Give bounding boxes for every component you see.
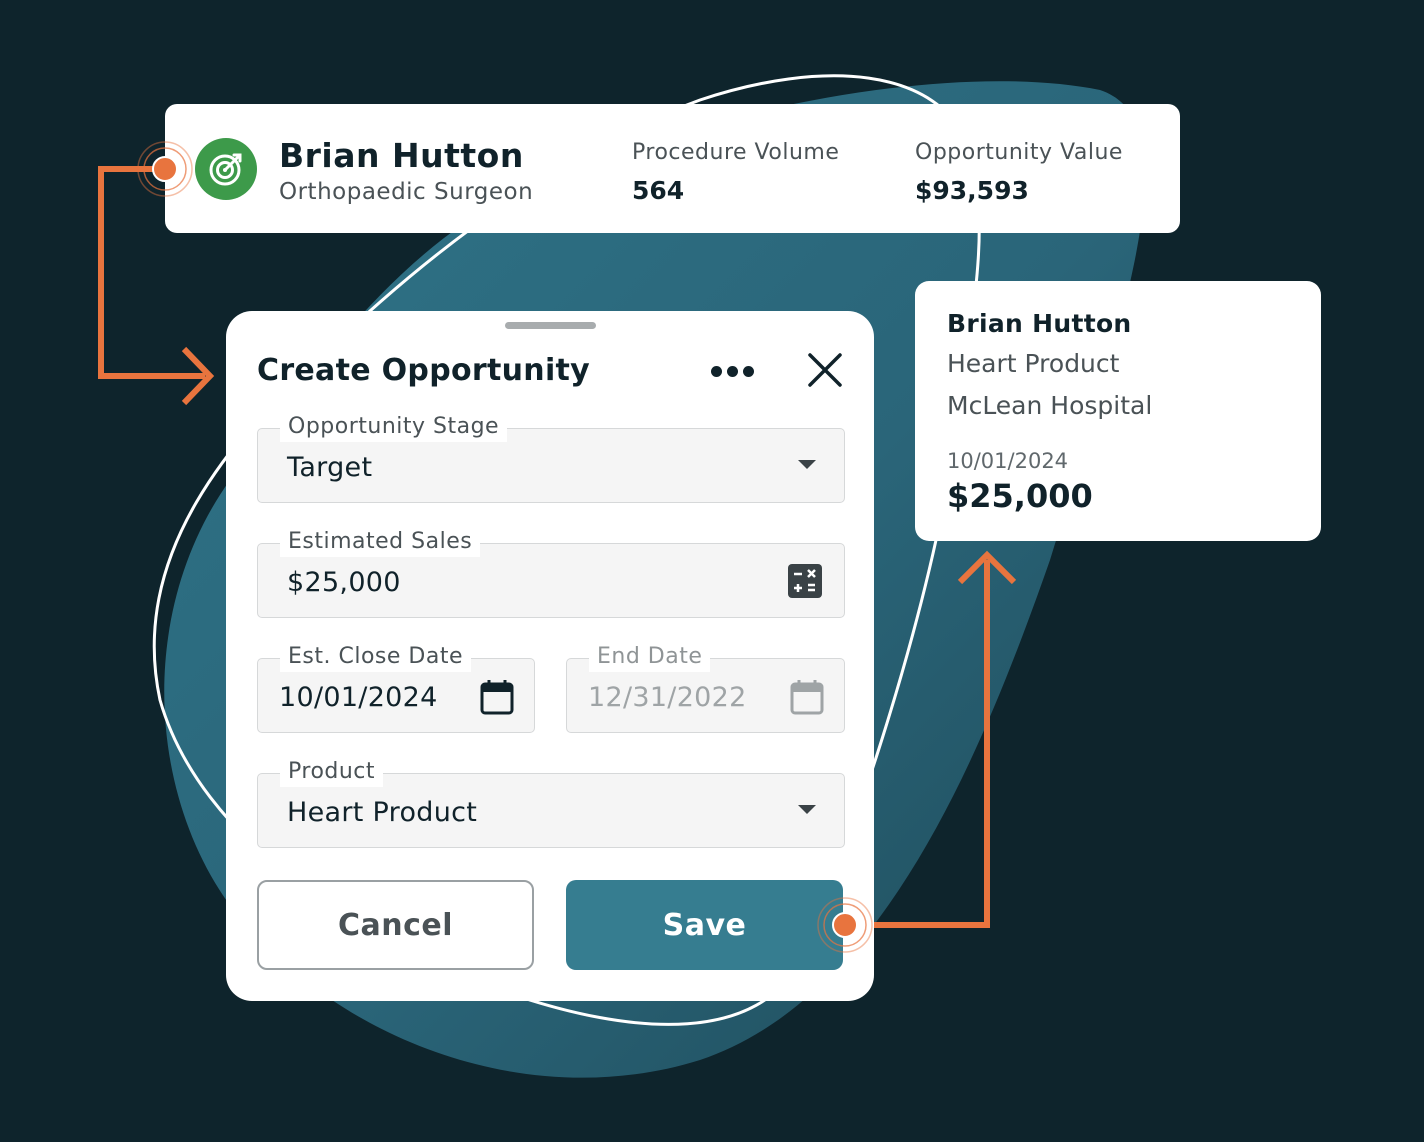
create-opportunity-dialog: Create Opportunity Opportunity Stage Tar… xyxy=(226,311,874,1001)
procedure-volume-label: Procedure Volume xyxy=(632,140,840,165)
summary-name: Brian Hutton xyxy=(947,309,1132,338)
opportunity-summary-card[interactable]: Brian Hutton Heart Product McLean Hospit… xyxy=(915,281,1321,541)
profile-name: Brian Hutton xyxy=(279,136,524,175)
procedure-volume-value: 564 xyxy=(632,176,685,205)
opportunity-value-label: Opportunity Value xyxy=(915,140,1123,165)
cancel-button[interactable]: Cancel xyxy=(257,880,534,970)
opportunity-stage-value: Target xyxy=(287,452,373,483)
target-icon xyxy=(209,153,242,186)
end-date-input[interactable]: End Date 12/31/2022 xyxy=(566,642,845,733)
estimated-sales-label: Estimated Sales xyxy=(280,527,481,557)
profile-card[interactable]: Brian Hutton Orthopaedic Surgeon Procedu… xyxy=(165,104,1180,233)
profile-role: Orthopaedic Surgeon xyxy=(279,179,534,205)
product-select[interactable]: Product Heart Product xyxy=(257,757,845,848)
avatar xyxy=(195,138,257,200)
calendar-icon xyxy=(790,680,824,715)
est-close-date-value: 10/01/2024 xyxy=(279,682,438,713)
est-close-date-input[interactable]: Est. Close Date 10/01/2024 xyxy=(257,642,535,733)
dialog-title: Create Opportunity xyxy=(257,353,591,388)
end-date-value: 12/31/2022 xyxy=(588,682,747,713)
opportunity-stage-select[interactable]: Opportunity Stage Target xyxy=(257,412,845,503)
opportunity-stage-label: Opportunity Stage xyxy=(280,412,508,442)
product-value: Heart Product xyxy=(287,797,478,828)
save-button[interactable]: Save xyxy=(566,880,843,970)
drag-handle[interactable] xyxy=(505,322,596,329)
summary-amount: $25,000 xyxy=(947,477,1093,515)
chevron-down-icon xyxy=(798,460,816,469)
estimated-sales-input[interactable]: Estimated Sales $25,000 xyxy=(257,527,845,618)
more-options-button[interactable] xyxy=(711,360,757,382)
end-date-label: End Date xyxy=(589,642,711,672)
calculator-icon[interactable] xyxy=(787,563,823,599)
summary-product: Heart Product xyxy=(947,349,1120,378)
estimated-sales-value: $25,000 xyxy=(287,567,401,598)
summary-hospital: McLean Hospital xyxy=(947,391,1153,420)
opportunity-value-value: $93,593 xyxy=(915,176,1029,205)
chevron-down-icon xyxy=(798,805,816,814)
more-horizontal-icon xyxy=(711,365,722,377)
summary-date: 10/01/2024 xyxy=(947,449,1069,473)
product-label: Product xyxy=(280,757,384,787)
est-close-date-label: Est. Close Date xyxy=(280,642,471,672)
calendar-icon[interactable] xyxy=(480,679,514,715)
close-icon[interactable] xyxy=(806,351,844,389)
